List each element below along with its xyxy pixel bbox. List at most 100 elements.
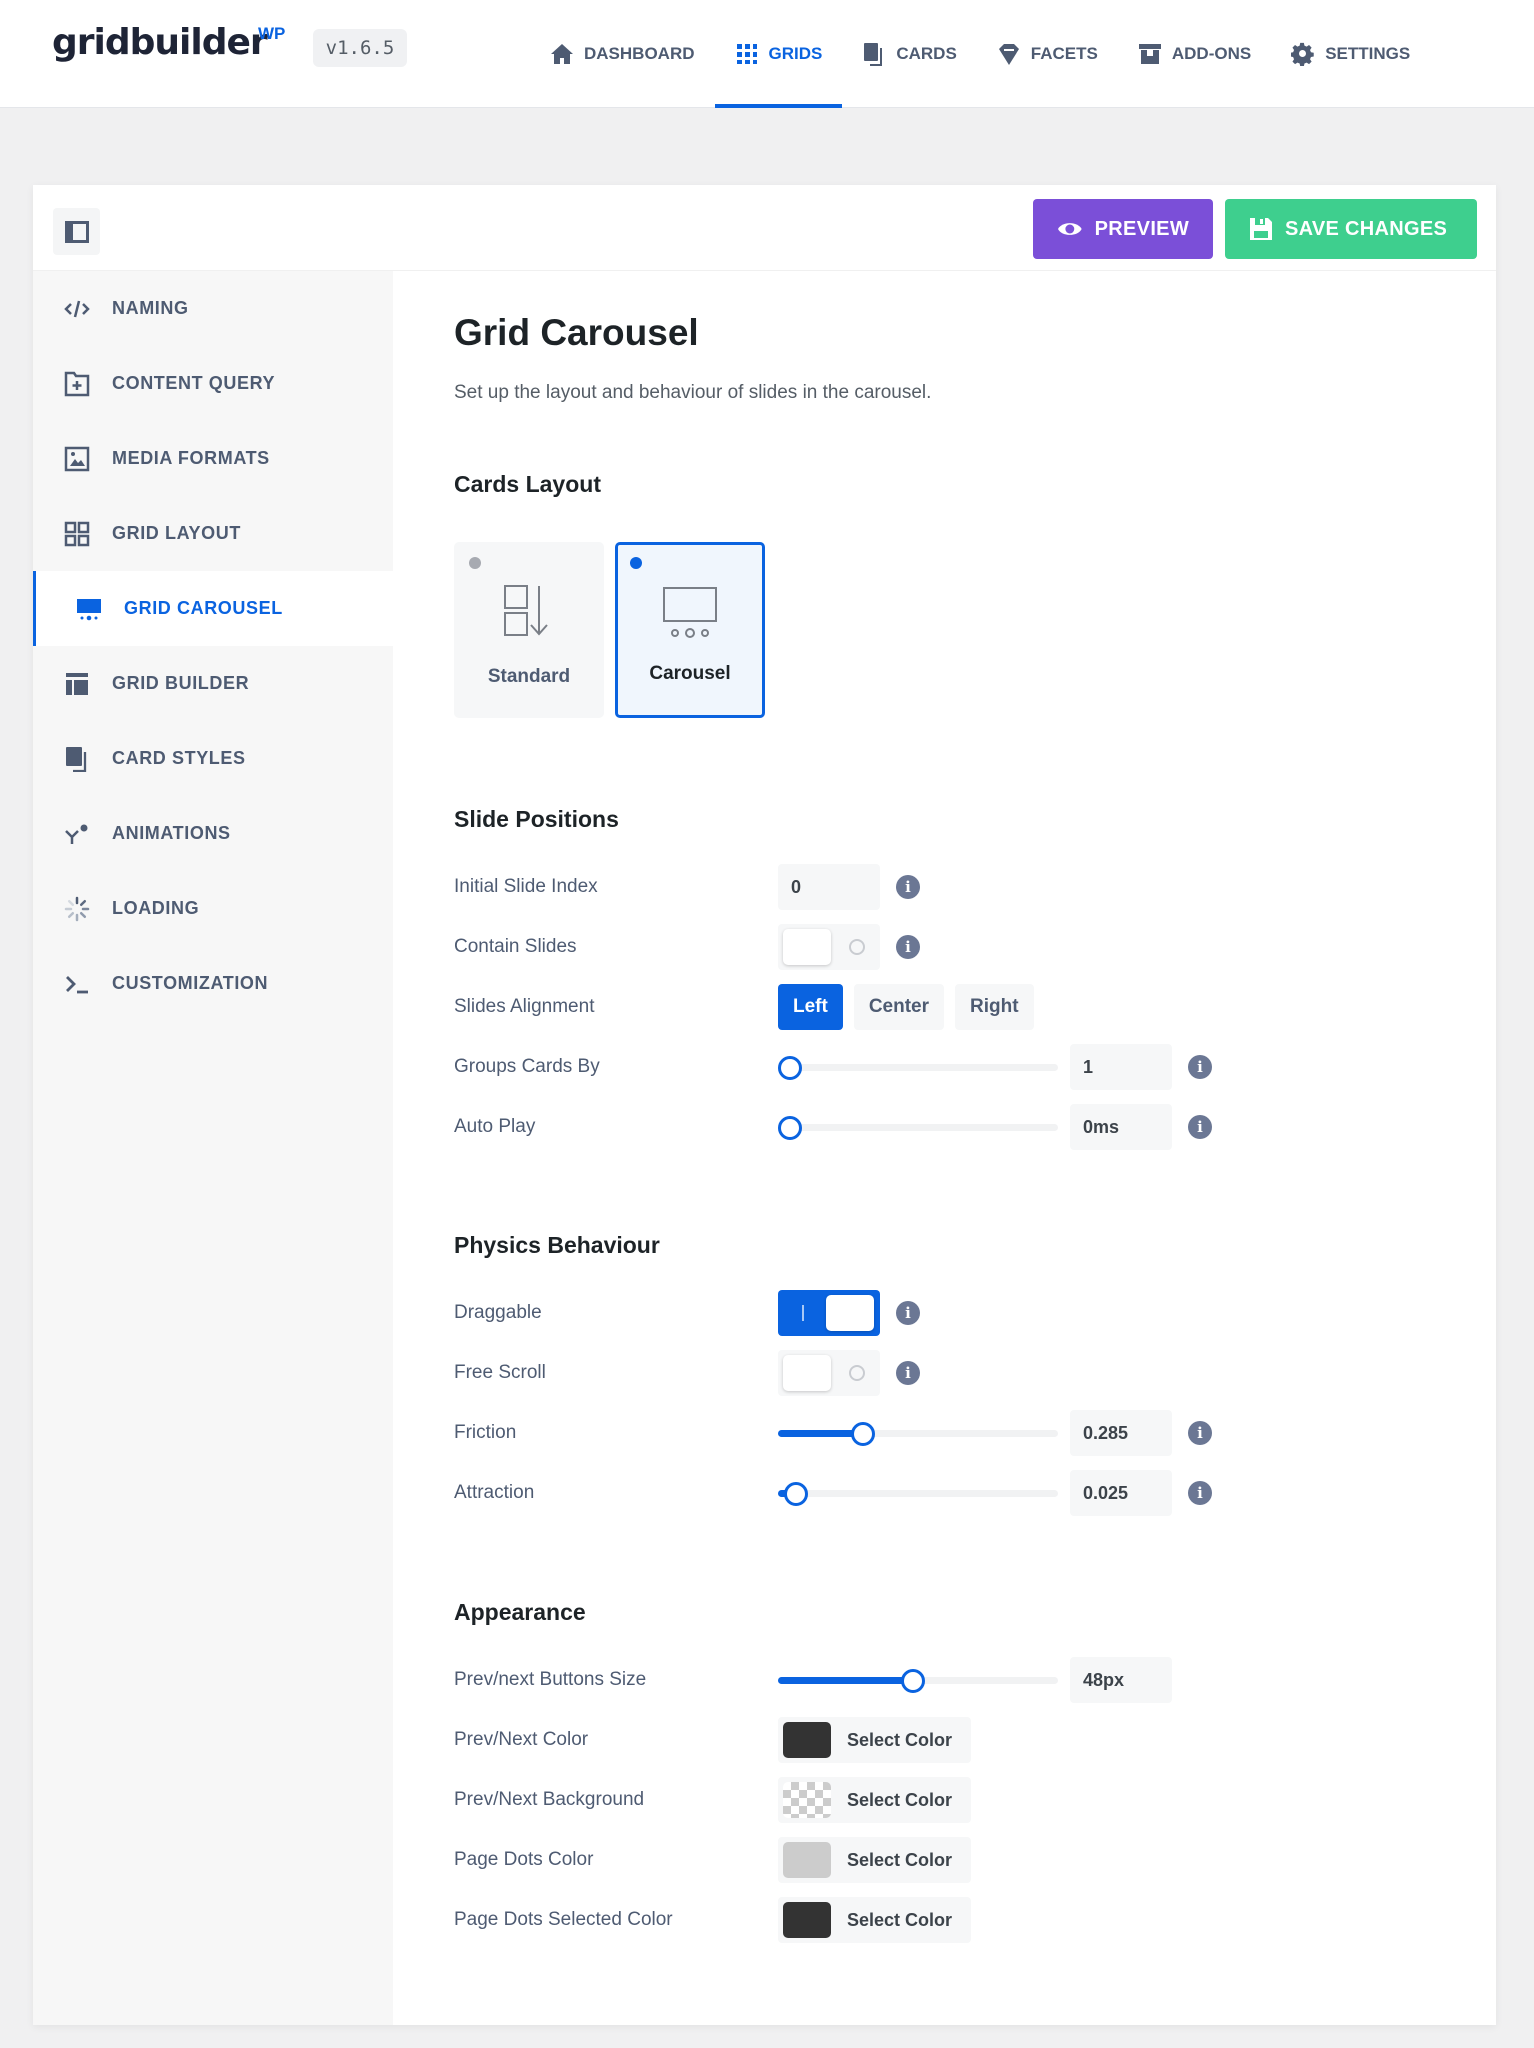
row-contain-slides: Contain Slides i (454, 922, 1454, 972)
row-page-dots-color: Page Dots Color Select Color (454, 1835, 1454, 1885)
card-styles-icon (66, 746, 87, 772)
contain-slides-toggle[interactable] (778, 924, 880, 970)
slider-thumb[interactable] (850, 1422, 875, 1446)
sidebar-item-label: CUSTOMIZATION (112, 973, 269, 993)
friction-input[interactable]: 0.285 (1070, 1410, 1172, 1456)
nav-facets[interactable]: FACETS (977, 0, 1118, 108)
preview-button[interactable]: PREVIEW (1033, 199, 1213, 259)
sidebar-item-loading[interactable]: LOADING (33, 871, 393, 946)
slider-thumb[interactable] (784, 1482, 809, 1506)
sidebar-item-grid-builder[interactable]: GRID BUILDER (33, 646, 393, 721)
groups-cards-by-input[interactable]: 1 (1070, 1044, 1172, 1090)
version-badge: v1.6.5 (313, 29, 407, 67)
attraction-slider[interactable] (778, 1470, 1058, 1516)
sidebar-item-label: GRID BUILDER (112, 673, 250, 693)
section-slide-positions: Slide Positions (454, 806, 619, 832)
field-label: Free Scroll (454, 1362, 546, 1383)
sidebar-toggle-button[interactable] (53, 208, 100, 255)
nav-add-ons[interactable]: ADD-ONS (1118, 0, 1271, 108)
field-label: Prev/Next Color (454, 1729, 589, 1750)
prev-next-background-button[interactable]: Select Color (778, 1777, 971, 1823)
field-label: Prev/next Buttons Size (454, 1669, 647, 1690)
sidebar-item-naming[interactable]: NAMING (33, 271, 393, 346)
info-icon[interactable]: i (1188, 1115, 1212, 1139)
select-color-label: Select Color (847, 1729, 953, 1750)
row-auto-play: Auto Play 0ms i (454, 1102, 1454, 1152)
alignment-left-button[interactable]: Left (778, 984, 843, 1030)
save-label: SAVE CHANGES (1285, 217, 1448, 240)
section-appearance: Appearance (454, 1599, 586, 1625)
nav-dashboard[interactable]: DASHBOARD (530, 0, 715, 108)
color-swatch (783, 1782, 831, 1818)
sidebar: NAMING CONTENT QUERY MEDIA FORMATS GRID … (33, 271, 393, 2025)
select-color-label: Select Color (847, 1909, 953, 1930)
sidebar-item-label: NAMING (112, 298, 189, 318)
row-initial-slide-index: Initial Slide Index 0 i (454, 862, 1454, 912)
nav-grids[interactable]: GRIDS (714, 0, 843, 108)
info-icon[interactable]: i (1188, 1421, 1212, 1445)
sidebar-item-label: GRID CAROUSEL (124, 598, 283, 618)
nav-settings[interactable]: SETTINGS (1271, 0, 1430, 108)
sidebar-item-label: GRID LAYOUT (112, 523, 241, 543)
row-friction: Friction 0.285 i (454, 1408, 1454, 1458)
layout-option-standard[interactable]: Standard (454, 542, 604, 718)
row-draggable: Draggable i (454, 1288, 1454, 1338)
free-scroll-toggle[interactable] (778, 1350, 880, 1396)
attraction-input[interactable]: 0.025 (1070, 1470, 1172, 1516)
sidebar-item-animations[interactable]: ANIMATIONS (33, 796, 393, 871)
toggle-knob (826, 1295, 874, 1331)
animation-icon (65, 824, 88, 844)
field-label: Page Dots Color (454, 1849, 594, 1870)
initial-slide-index-input[interactable]: 0 (778, 864, 880, 910)
info-icon[interactable]: i (1188, 1481, 1212, 1505)
sidebar-item-content-query[interactable]: CONTENT QUERY (33, 346, 393, 421)
draggable-toggle[interactable] (778, 1290, 880, 1336)
slider-thumb[interactable] (900, 1669, 925, 1693)
box-icon (1138, 44, 1161, 64)
buttons-size-input[interactable]: 48px (1070, 1657, 1172, 1703)
folder-plus-icon (64, 371, 90, 396)
nav-label: SETTINGS (1325, 44, 1411, 63)
sidebar-item-label: LOADING (112, 898, 200, 918)
info-icon[interactable]: i (896, 875, 920, 899)
alignment-center-button[interactable]: Center (853, 984, 945, 1030)
logo[interactable]: gridbuilder (52, 22, 268, 63)
info-icon[interactable]: i (896, 1301, 920, 1325)
slider-thumb[interactable] (778, 1056, 802, 1080)
layout-option-carousel[interactable]: Carousel (615, 542, 765, 718)
friction-slider[interactable] (778, 1410, 1058, 1456)
sidebar-item-grid-carousel[interactable]: GRID CAROUSEL (33, 571, 393, 646)
row-page-dots-selected-color: Page Dots Selected Color Select Color (454, 1895, 1454, 1945)
toggle-knob (783, 1355, 831, 1391)
groups-cards-by-slider[interactable] (778, 1044, 1058, 1090)
save-changes-button[interactable]: SAVE CHANGES (1225, 199, 1477, 259)
sidebar-item-card-styles[interactable]: CARD STYLES (33, 721, 393, 796)
sidebar-item-grid-layout[interactable]: GRID LAYOUT (33, 496, 393, 571)
info-icon[interactable]: i (896, 1361, 920, 1385)
auto-play-input[interactable]: 0ms (1070, 1104, 1172, 1150)
toggle-knob (783, 929, 831, 965)
sidebar-item-customization[interactable]: CUSTOMIZATION (33, 946, 393, 1021)
info-icon[interactable]: i (1188, 1055, 1212, 1079)
slider-thumb[interactable] (778, 1116, 802, 1140)
info-icon[interactable]: i (896, 935, 920, 959)
buttons-size-slider[interactable] (778, 1657, 1058, 1703)
preview-label: PREVIEW (1094, 217, 1189, 240)
prev-next-color-button[interactable]: Select Color (778, 1717, 971, 1763)
main-content: Grid Carousel Set up the layout and beha… (393, 271, 1496, 2025)
color-swatch (783, 1722, 831, 1758)
row-slides-alignment: Slides Alignment Left Center Right (454, 982, 1454, 1032)
page-dots-color-button[interactable]: Select Color (778, 1837, 971, 1883)
slider-fill (778, 1677, 913, 1684)
auto-play-slider[interactable] (778, 1104, 1058, 1150)
sidebar-item-label: CONTENT QUERY (112, 373, 276, 393)
settings-panel: PREVIEW SAVE CHANGES NAMING CONTENT QUER… (33, 185, 1496, 2025)
carousel-icon (77, 598, 101, 620)
alignment-right-button[interactable]: Right (955, 984, 1034, 1030)
page-dots-selected-color-button[interactable]: Select Color (778, 1897, 971, 1943)
eye-icon (1057, 223, 1082, 235)
nav-cards[interactable]: CARDS (842, 0, 976, 108)
page-description: Set up the layout and behaviour of slide… (454, 382, 932, 403)
sidebar-item-media-formats[interactable]: MEDIA FORMATS (33, 421, 393, 496)
row-prev-next-color: Prev/Next Color Select Color (454, 1715, 1454, 1765)
